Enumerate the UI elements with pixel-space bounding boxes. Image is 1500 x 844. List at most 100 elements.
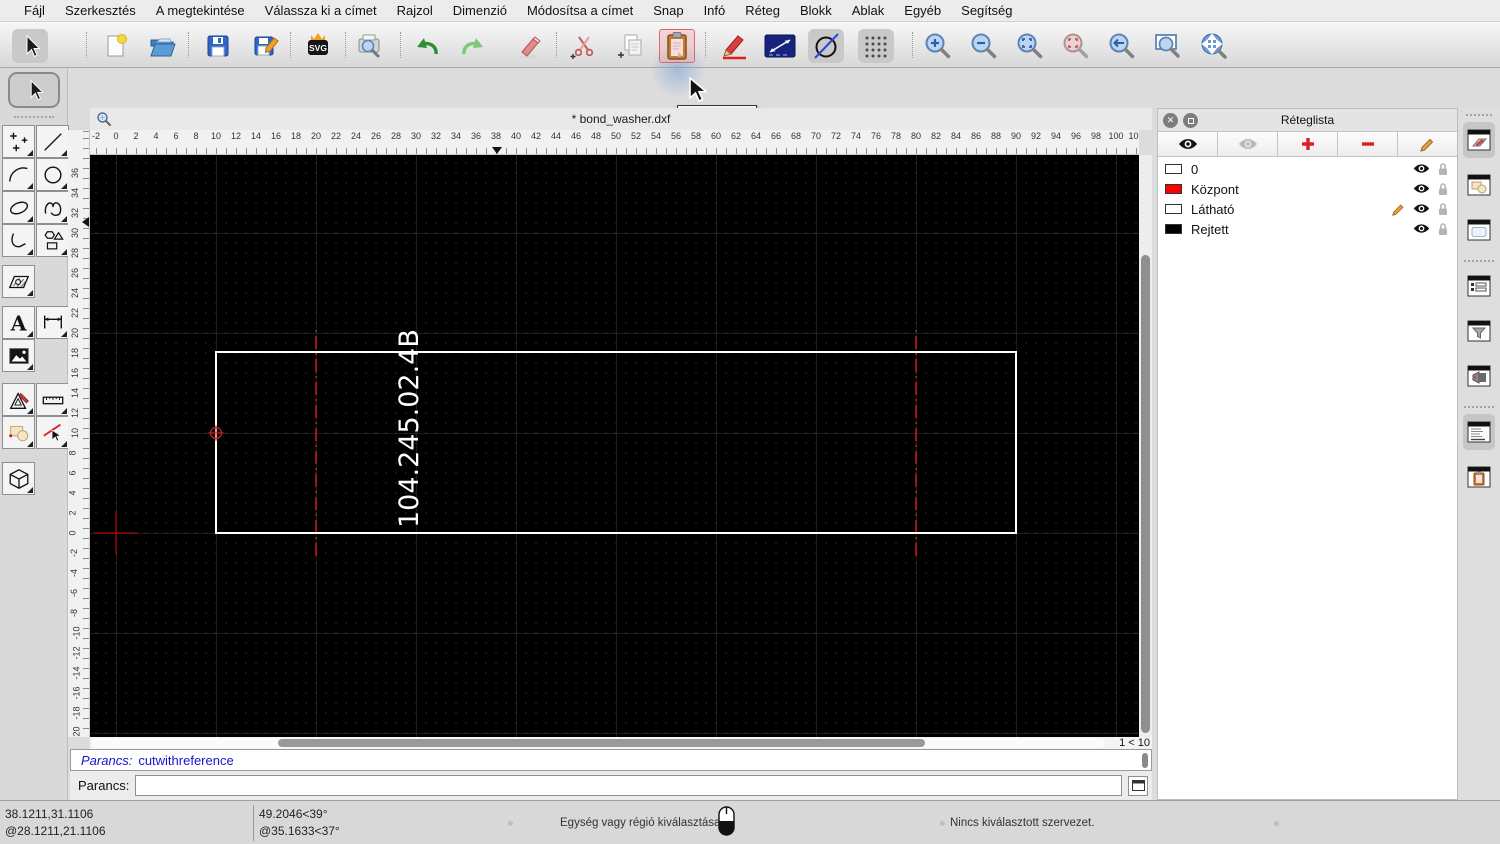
menu-egyéb[interactable]: Egyéb (894, 3, 951, 18)
dock-toggle-clipboard-panel[interactable] (1463, 459, 1495, 495)
zoom-selected-button[interactable] (1058, 29, 1094, 63)
open-file-button[interactable] (145, 29, 181, 63)
isometric-circle-button[interactable] (808, 29, 844, 63)
layer-lock-icon[interactable] (1437, 202, 1449, 216)
print-preview-button[interactable] (352, 29, 388, 63)
palette-drag-handle[interactable] (14, 116, 54, 118)
remove-layer-button[interactable] (1338, 132, 1398, 157)
tool-block[interactable] (2, 416, 35, 449)
show-all-layers-button[interactable] (1158, 132, 1218, 157)
h-ruler-label: 46 (570, 131, 582, 141)
grid-toggle-button[interactable] (858, 29, 894, 63)
menu-fájl[interactable]: Fájl (14, 3, 55, 18)
zoom-out-button[interactable] (966, 29, 1002, 63)
undo-button[interactable] (408, 29, 444, 63)
zoom-out-icon (971, 33, 997, 59)
layer-row[interactable]: 0 (1158, 159, 1457, 179)
zoom-pan-button[interactable] (1196, 29, 1232, 63)
menu-réteg[interactable]: Réteg (735, 3, 790, 18)
select-button[interactable] (12, 29, 48, 63)
history-scrollbar-thumb[interactable] (1142, 753, 1148, 768)
v-ruler-label: 30 (70, 227, 81, 239)
tool-image[interactable] (2, 339, 35, 372)
tool-line[interactable] (36, 125, 69, 158)
v-ruler-label: -6 (69, 588, 80, 598)
layer-row[interactable]: Látható (1158, 199, 1457, 219)
tool-select-button[interactable] (8, 72, 60, 108)
vertical-scrollbar[interactable] (1139, 155, 1152, 737)
tool-solid-3d[interactable] (2, 462, 35, 495)
dock-toggle-library-browser[interactable] (1463, 358, 1495, 394)
menu-módosítsa-a-címet[interactable]: Módosítsa a címet (517, 3, 643, 18)
tool-ellipse[interactable] (2, 191, 35, 224)
zoom-window-button[interactable] (1150, 29, 1186, 63)
dock-toggle-drawing-properties[interactable] (1463, 122, 1495, 158)
menu-segítség[interactable]: Segítség (951, 3, 1022, 18)
tool-arc[interactable] (2, 158, 35, 191)
dock-toggle-block-list[interactable] (1463, 167, 1495, 203)
redo-button[interactable] (456, 29, 492, 63)
tool-dimension[interactable] (36, 306, 69, 339)
tool-modify[interactable] (2, 383, 35, 416)
dock-toggle-selection-filter[interactable] (1463, 313, 1495, 349)
menu-infó[interactable]: Infó (694, 3, 736, 18)
layer-visibility-icon[interactable] (1413, 222, 1430, 235)
pencil-icon (1420, 138, 1434, 152)
tool-spline[interactable] (36, 191, 69, 224)
command-input[interactable] (135, 775, 1122, 796)
toolbar-separator (556, 32, 557, 58)
save-button[interactable] (200, 29, 236, 63)
copy-button[interactable] (614, 29, 650, 63)
layer-lock-icon[interactable] (1437, 182, 1449, 196)
menu-ablak[interactable]: Ablak (842, 3, 895, 18)
vertical-scrollbar-thumb[interactable] (1141, 255, 1150, 733)
zoom-auto-button[interactable] (1012, 29, 1048, 63)
menu-a-megtekintése[interactable]: A megtekintése (146, 3, 255, 18)
drawing-canvas[interactable]: 104.245.02.4B (90, 155, 1139, 737)
horizontal-scrollbar[interactable] (92, 738, 1105, 748)
tool-polygon[interactable] (36, 224, 69, 257)
line-icon (43, 132, 62, 151)
tool-polyline[interactable] (2, 224, 35, 257)
layer-visibility-icon[interactable] (1413, 202, 1430, 215)
dock-toggle-layer-list[interactable] (1463, 268, 1495, 304)
cube-icon (9, 468, 28, 489)
layer-row[interactable]: Rejtett (1158, 219, 1457, 239)
dock-drag-handle[interactable] (1466, 114, 1492, 116)
tool-points[interactable] (2, 125, 35, 158)
pen-edit-button[interactable] (716, 29, 752, 63)
tool-select-entity[interactable] (36, 416, 69, 449)
svg-export-button[interactable]: SVG (300, 29, 336, 63)
save-as-button[interactable] (248, 29, 284, 63)
menu-snap[interactable]: Snap (643, 3, 693, 18)
layer-lock-icon[interactable] (1437, 222, 1449, 236)
menu-szerkesztés[interactable]: Szerkesztés (55, 3, 146, 18)
hide-all-layers-button[interactable] (1218, 132, 1278, 157)
delete-button[interactable] (512, 29, 548, 63)
menu-rajzol[interactable]: Rajzol (387, 3, 443, 18)
zoom-in-button[interactable] (920, 29, 956, 63)
dock-toggle-command-window[interactable] (1463, 414, 1495, 450)
new-file-button[interactable] (97, 29, 133, 63)
keyboard-toggle-button[interactable] (1128, 775, 1148, 796)
menu-dimenzió[interactable]: Dimenzió (443, 3, 517, 18)
layer-visibility-icon[interactable] (1413, 162, 1430, 175)
layer-row[interactable]: Központ (1158, 179, 1457, 199)
keyboard-icon (1131, 780, 1145, 791)
menu-válassza-ki-a-címet[interactable]: Válassza ki a címet (255, 3, 387, 18)
tool-hatch[interactable] (2, 265, 35, 298)
edit-layer-button[interactable] (1398, 132, 1457, 157)
cut-button[interactable] (566, 29, 602, 63)
add-layer-button[interactable] (1278, 132, 1338, 157)
zoom-previous-button[interactable] (1104, 29, 1140, 63)
tool-text[interactable]: A (2, 306, 35, 339)
paste-button[interactable] (659, 29, 695, 63)
layer-lock-icon[interactable] (1437, 162, 1449, 176)
tool-circle[interactable] (36, 158, 69, 191)
menu-blokk[interactable]: Blokk (790, 3, 842, 18)
dock-toggle-appearance[interactable] (1463, 212, 1495, 248)
layer-visibility-icon[interactable] (1413, 182, 1430, 195)
horizontal-scrollbar-thumb[interactable] (278, 739, 925, 747)
tool-measure[interactable] (36, 383, 69, 416)
dimension-button[interactable] (762, 29, 798, 63)
